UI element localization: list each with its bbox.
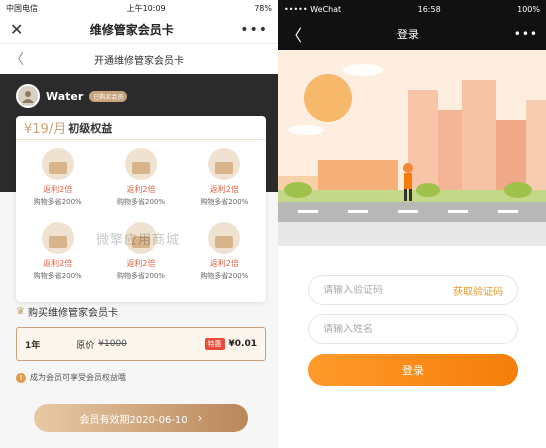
benefit-label: 返利2倍 [43, 259, 73, 268]
benefit-desc: 购物多省200% [200, 272, 249, 280]
info-icon: ! [16, 372, 26, 383]
battery-text: 78% [254, 3, 272, 13]
purchase-title-text: 购买维修管家会员卡 [27, 308, 118, 319]
more-icon[interactable]: ••• [240, 22, 268, 38]
verification-code-input[interactable] [323, 284, 453, 296]
page-title: 登录 [396, 28, 419, 41]
member-notice: ! 成为会员可享受会员权益哦 [16, 372, 126, 383]
benefit-item[interactable]: 返利2倍购物多省200% [16, 220, 99, 288]
watermark: 微擎应用商城 [96, 233, 181, 248]
status-bar: 中国电信 上午10:09 78% [0, 0, 278, 16]
username: Water [46, 89, 84, 103]
coupon-icon [208, 222, 241, 254]
benefit-header: ¥19/月 初级权益 [16, 116, 266, 140]
coupon-icon [41, 222, 74, 254]
expiry-button[interactable]: 会员有效期2020-06-10 › [34, 404, 248, 432]
name-input[interactable] [323, 323, 503, 335]
back-icon[interactable]: 〈 [286, 22, 302, 46]
benefit-label: 返利2倍 [126, 185, 156, 194]
carrier-text: ••••• WeChat [284, 4, 342, 14]
verification-code-field[interactable]: 获取验证码 [308, 275, 518, 305]
benefit-item[interactable]: 返利2倍购物多省200% [16, 146, 99, 214]
member-card-screen: 中国电信 上午10:09 78% ✕ 维修管家会员卡 ••• 〈 开通维修管家会… [0, 0, 278, 448]
avatar-icon [22, 91, 34, 103]
battery-text: 100% [517, 4, 540, 14]
status-bar: ••••• WeChat 16:58 100% [278, 0, 546, 18]
chevron-right-icon: › [197, 411, 203, 425]
benefit-card: ¥19/月 初级权益 返利2倍 购物多省200% 返利2倍 购物多省200% 返利2… [16, 116, 266, 302]
benefit-label: 返利2倍 [126, 259, 156, 268]
user-row: Water 已购买会员 [16, 84, 128, 108]
orig-label: 原价 [76, 340, 95, 351]
expiry-button-label: 会员有效期2020-06-10 [79, 414, 188, 426]
benefit-label: 返利2倍 [43, 185, 73, 194]
close-icon[interactable]: ✕ [10, 20, 23, 39]
back-icon[interactable]: 〈 [10, 49, 30, 69]
benefit-label: 返利2倍 [209, 259, 239, 268]
orig-price: ¥1000 [98, 339, 127, 349]
benefit-desc: 购物多省200% [116, 198, 165, 206]
more-icon[interactable]: ••• [514, 27, 538, 41]
status-time: 16:58 [417, 4, 441, 14]
nav-bar: ✕ 维修管家会员卡 ••• [0, 16, 278, 44]
benefit-price: ¥19/月 [24, 122, 67, 137]
coupon-icon [41, 148, 74, 180]
benefit-item[interactable]: 返利2倍购物多省200% [99, 146, 182, 214]
member-badge: 已购买会员 [89, 90, 128, 102]
status-time: 上午10:09 [126, 3, 166, 13]
avatar [16, 84, 40, 108]
benefit-desc: 购物多省200% [33, 198, 82, 206]
notice-text: 成为会员可享受会员权益哦 [30, 373, 126, 382]
login-screen: ••••• WeChat 16:58 100% 〈 登录 ••• 请输入验证码 … [278, 0, 546, 448]
city-illustration [278, 50, 546, 246]
benefit-level: 初级权益 [68, 121, 113, 135]
benefit-desc: 购物多省200% [33, 272, 82, 280]
login-button[interactable]: 登录 [308, 354, 518, 386]
benefit-grid: 返利2倍 购物多省200% 返利2倍 购物多省200% 返利2倍 购物多省200% 返… [16, 146, 266, 288]
coupon-icon [124, 148, 157, 180]
plan-option[interactable]: 1年 原价 ¥1000 特惠 ¥0.01 [16, 327, 266, 361]
name-field[interactable] [308, 314, 518, 344]
carrier-text: 中国电信 [6, 3, 38, 13]
benefit-desc: 购物多省200% [200, 198, 249, 206]
page-title: 维修管家会员卡 [89, 23, 174, 37]
sale-tag: 特惠 [204, 338, 225, 350]
benefit-item[interactable]: 返利2倍购物多省200% [183, 220, 266, 288]
purchase-title: ♛ 购买维修管家会员卡 [16, 304, 118, 319]
crown-icon: ♛ [16, 306, 25, 317]
benefit-item[interactable]: 返利2倍购物多省200% [183, 146, 266, 214]
sub-title: 开通维修管家会员卡 [94, 55, 184, 67]
benefit-label: 返利2倍 [209, 185, 239, 194]
sale-price: ¥0.01 [228, 339, 257, 349]
coupon-icon [208, 148, 241, 180]
nav-bar: 〈 登录 ••• [278, 18, 546, 50]
get-code-button[interactable]: 获取验证码 [453, 283, 503, 298]
benefit-desc: 购物多省200% [116, 272, 165, 280]
plan-term: 1年 [25, 340, 41, 351]
sub-nav-bar: 〈 开通维修管家会员卡 [0, 44, 278, 74]
